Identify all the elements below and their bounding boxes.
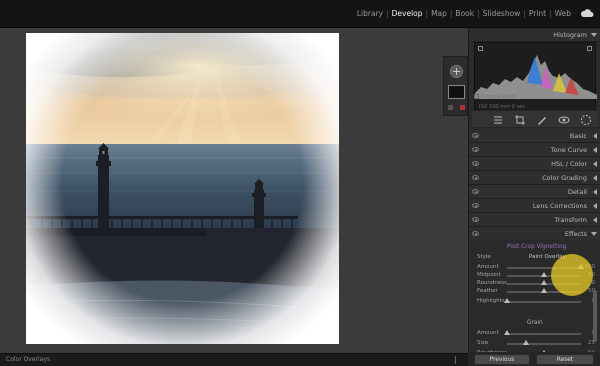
roundness-knob[interactable] (541, 280, 547, 285)
section-title: Effects (564, 230, 587, 238)
panel-footer: Previous Reset (468, 352, 600, 366)
section-tone-curve[interactable]: Tone Curve (469, 143, 600, 157)
section-title: Basic (569, 132, 587, 140)
cursor-highlight (551, 254, 593, 296)
feather-label: Feather (477, 288, 498, 294)
visibility-eye-icon[interactable] (472, 133, 479, 138)
original-photo-toggle[interactable]: Original Photo (474, 94, 516, 100)
expand-triangle-icon[interactable] (593, 189, 597, 195)
histogram[interactable]: ISO 100 mm f/ sec (474, 42, 597, 112)
collapse-triangle-icon[interactable] (591, 232, 597, 236)
section-title: HSL / Color (551, 160, 587, 168)
section-transform[interactable]: Transform (469, 213, 600, 227)
panel-toggle-icon[interactable] (455, 356, 461, 364)
histogram-header[interactable]: Histogram (469, 28, 600, 42)
expand-triangle-icon[interactable] (593, 203, 597, 209)
visibility-eye-icon[interactable] (472, 203, 479, 208)
red-eye-icon[interactable] (558, 114, 570, 126)
original-photo-label: Original Photo (481, 94, 517, 100)
preset-name-label: Color Overlays (6, 356, 51, 363)
amount-label: Amount (477, 264, 499, 270)
checkbox-icon[interactable] (474, 94, 479, 99)
visibility-eye-icon[interactable] (472, 217, 479, 222)
visibility-eye-icon[interactable] (472, 175, 479, 180)
section-basic[interactable]: Basic (469, 129, 600, 143)
module-bar: Library | Develop | Map | Book | Slidesh… (0, 0, 600, 28)
photo-lighthouse-pier (26, 33, 339, 344)
expand-triangle-icon[interactable] (593, 133, 597, 139)
section-title: Color Grading (542, 174, 587, 182)
section-title: Detail (567, 188, 587, 196)
module-library[interactable]: Library (354, 9, 386, 18)
histogram-title: Histogram (553, 31, 587, 39)
midpoint-knob[interactable] (541, 272, 547, 277)
section-detail[interactable]: Detail (469, 185, 600, 199)
crop-icon[interactable] (514, 114, 526, 126)
panel-scrollbar[interactable] (593, 290, 597, 342)
section-title: Lens Corrections (532, 202, 587, 210)
right-panel: Histogram ISO 100 mm f/ sec Original Pho… (468, 28, 600, 366)
roundness-label: Roundness (477, 280, 508, 286)
module-book[interactable]: Book (452, 9, 477, 18)
sliders-icon[interactable] (492, 114, 504, 126)
module-web[interactable]: Web (552, 9, 574, 18)
highlights-label: Highlights (477, 298, 505, 304)
section-effects[interactable]: Effects (469, 227, 600, 241)
section-title: Tone Curve (550, 146, 587, 154)
grain-amount-label: Amount (477, 330, 499, 336)
midpoint-label: Midpoint (477, 272, 501, 278)
lightroom-window: Library | Develop | Map | Book | Slidesh… (0, 0, 600, 366)
reset-button[interactable]: Reset (536, 354, 594, 365)
histogram-graph (475, 55, 597, 99)
masking-icon[interactable] (580, 114, 592, 126)
expand-triangle-icon[interactable] (593, 147, 597, 153)
clipping-indicators (448, 105, 465, 111)
visibility-eye-icon[interactable] (472, 161, 479, 166)
status-bar: Color Overlays (0, 353, 468, 366)
previous-button[interactable]: Previous (474, 354, 530, 365)
expand-triangle-icon[interactable] (593, 175, 597, 181)
module-map[interactable]: Map (428, 9, 450, 18)
feather-knob[interactable] (541, 288, 547, 293)
module-slideshow[interactable]: Slideshow (480, 9, 524, 18)
photo-canvas[interactable] (0, 28, 468, 353)
section-color-grading[interactable]: Color Grading (469, 171, 600, 185)
healing-brush-icon[interactable] (536, 114, 548, 126)
grain-size-label: Size (477, 340, 489, 346)
vignette-title: Post-Crop Vignetting (507, 244, 567, 250)
highlights-slider[interactable] (504, 298, 581, 303)
grain-amount-knob[interactable] (504, 330, 510, 335)
grain-size-slider[interactable] (507, 340, 581, 345)
module-develop[interactable]: Develop (389, 9, 426, 18)
before-after-swatch[interactable] (448, 85, 465, 99)
section-hsl-color[interactable]: HSL / Color (469, 157, 600, 171)
red-swatch-icon[interactable] (460, 105, 465, 110)
section-title: Transform (554, 216, 587, 224)
tool-strip (472, 110, 598, 128)
expand-triangle-icon[interactable] (593, 161, 597, 167)
grain-title: Grain (527, 320, 543, 326)
module-picker: Library | Develop | Map | Book | Slidesh… (354, 9, 574, 18)
section-lens-corrections[interactable]: Lens Corrections (469, 199, 600, 213)
visibility-eye-icon[interactable] (472, 189, 479, 194)
gray-swatch-icon[interactable] (448, 105, 453, 110)
visibility-eye-icon[interactable] (472, 147, 479, 152)
cloud-icon[interactable] (580, 8, 594, 18)
collapse-triangle-icon[interactable] (591, 33, 597, 37)
toolstrip-panel (443, 56, 468, 116)
grain-amount-slider[interactable] (504, 330, 581, 335)
expand-triangle-icon[interactable] (593, 217, 597, 223)
target-icon[interactable] (450, 65, 463, 78)
module-print[interactable]: Print (526, 9, 549, 18)
highlights-knob[interactable] (504, 298, 510, 303)
visibility-eye-icon[interactable] (472, 231, 479, 236)
grain-size-knob[interactable] (522, 340, 529, 345)
style-label: Style (477, 254, 491, 260)
